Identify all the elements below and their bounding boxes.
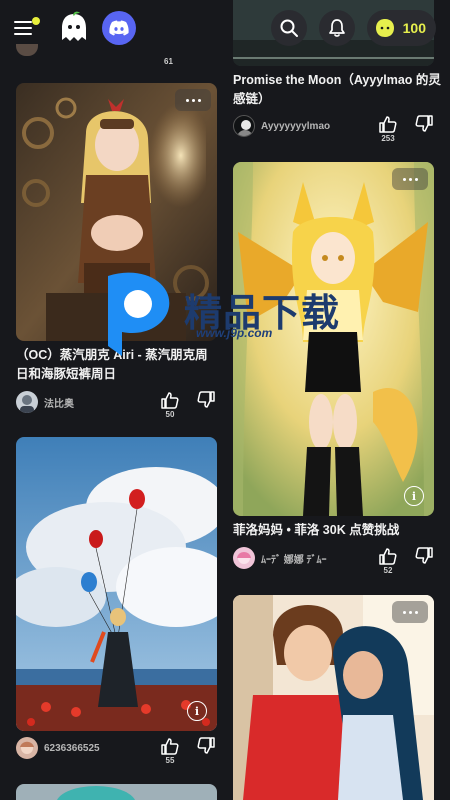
avatar — [233, 547, 255, 569]
author-row[interactable]: 6236366525 — [16, 737, 100, 759]
info-button[interactable]: i — [187, 701, 207, 721]
dot — [197, 98, 201, 102]
thumbs-up-icon — [379, 548, 397, 565]
post-image-couple[interactable] — [233, 595, 434, 800]
like-count: 253 — [381, 134, 395, 143]
partial-like: 61 — [164, 56, 173, 66]
author-name: Ayyyyyyylmao — [261, 120, 331, 132]
like-count: 52 — [383, 566, 393, 575]
coin-count: 100 — [402, 20, 426, 36]
search-button[interactable] — [270, 10, 307, 46]
discord-icon — [109, 20, 129, 36]
dot — [414, 177, 418, 181]
more-options-button[interactable] — [392, 168, 428, 190]
bell-icon — [328, 19, 345, 37]
dot — [402, 610, 406, 614]
like-button[interactable]: 50 — [160, 391, 180, 419]
author-name: 法比奥 — [44, 398, 74, 410]
menu-icon-line — [14, 33, 32, 35]
like-button[interactable]: 55 — [160, 737, 180, 765]
menu-icon — [14, 21, 32, 23]
like-button[interactable]: 253 — [378, 115, 398, 143]
like-count: 61 — [164, 57, 173, 66]
balloons-illustration — [16, 437, 217, 731]
dot — [402, 177, 406, 181]
avatar — [16, 737, 38, 759]
author-row[interactable]: 法比奥 — [16, 391, 74, 413]
couple-illustration — [233, 595, 434, 800]
thumbs-down-icon[interactable] — [414, 115, 434, 133]
ghost-logo-icon[interactable] — [56, 10, 92, 46]
post-image-balloons[interactable]: i — [16, 437, 217, 731]
dot — [408, 610, 412, 614]
like-count: 50 — [165, 410, 175, 419]
discord-button[interactable] — [102, 11, 136, 45]
more-options-button[interactable] — [175, 89, 211, 111]
watermark-url: www.j9p.com — [196, 326, 273, 340]
dot — [414, 610, 418, 614]
info-button[interactable]: i — [404, 486, 424, 506]
more-options-button[interactable] — [392, 601, 428, 623]
author-row[interactable]: ﾑｰﾃﾞ 娜娜 ﾃﾞﾑｰ — [233, 547, 327, 569]
coin-icon — [375, 19, 394, 37]
watermark: 精品下载 www.j9p.com — [96, 266, 366, 356]
dot — [185, 98, 189, 102]
menu-button[interactable] — [14, 14, 42, 42]
thumbs-down-icon[interactable] — [196, 391, 216, 409]
coin-balance-button[interactable]: 100 — [366, 10, 436, 46]
thumbs-up-icon — [161, 392, 179, 409]
search-icon — [280, 19, 298, 37]
thumbs-up-icon — [161, 738, 179, 755]
author-row[interactable]: Ayyyyyyylmao — [233, 115, 330, 137]
dot — [408, 177, 412, 181]
author-name: 6236366525 — [44, 742, 100, 754]
like-count: 55 — [165, 756, 175, 765]
top-bar: 100 — [0, 0, 450, 56]
post-title[interactable]: Promise the Moon（Ayyylmao 的灵感链） — [233, 71, 443, 109]
post-image-partial[interactable] — [16, 784, 217, 800]
author-name: ﾑｰﾃﾞ 娜娜 ﾃﾞﾑｰ — [261, 554, 327, 566]
avatar — [16, 391, 38, 413]
thumbs-down-icon[interactable] — [414, 547, 434, 565]
thumbs-down-icon[interactable] — [196, 737, 216, 755]
notification-dot — [32, 17, 40, 25]
notifications-button[interactable] — [318, 10, 355, 46]
menu-icon-line — [14, 27, 32, 29]
partial-illustration — [16, 784, 217, 800]
thumbs-up-icon — [379, 116, 397, 133]
post-title[interactable]: 菲洛妈妈 • 菲洛 30K 点赞挑战 — [233, 521, 434, 540]
watermark-logo-icon — [108, 272, 170, 356]
like-button[interactable]: 52 — [378, 547, 398, 575]
avatar — [233, 115, 255, 137]
dot — [191, 98, 195, 102]
